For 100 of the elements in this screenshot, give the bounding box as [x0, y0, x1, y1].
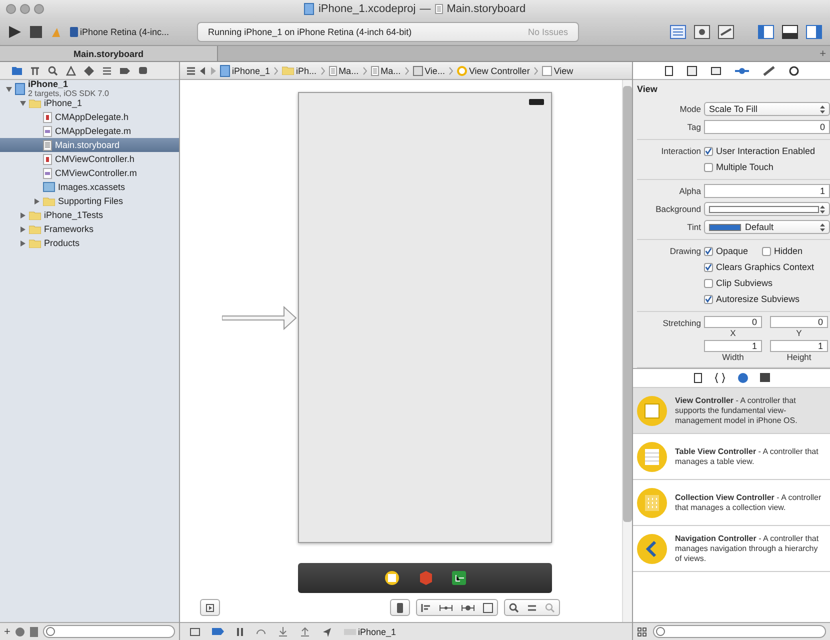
filter-field[interactable]	[43, 625, 175, 638]
grid-icon[interactable]	[186, 66, 196, 76]
step-into-icon[interactable]	[278, 626, 288, 636]
property-label: Stretching	[662, 317, 701, 330]
navigator-item[interactable]: CMViewController.h	[0, 152, 179, 166]
navigator-item[interactable]: iPhone_1 2 targets, iOS SDK 7.0	[0, 82, 179, 96]
number-field[interactable]: 0	[770, 316, 828, 328]
navigator-item[interactable]: Main.storyboard	[0, 138, 179, 152]
number-field[interactable]: 1	[770, 340, 828, 352]
file-icon	[370, 66, 379, 76]
document-outline-button[interactable]	[200, 599, 220, 616]
checkbox[interactable]: Clears Graphics Context	[704, 260, 814, 274]
step-out-icon[interactable]	[300, 626, 310, 636]
search-icon[interactable]	[48, 66, 58, 76]
pause-icon[interactable]	[236, 628, 244, 636]
mode-dropdown[interactable]: Scale To Fill	[704, 102, 830, 116]
checkbox[interactable]: Autoresize Subviews	[704, 292, 800, 306]
navigator-item[interactable]: iPhone_1	[0, 96, 179, 110]
breadcrumb[interactable]: Ma...	[370, 66, 401, 76]
checkbox[interactable]: Multiple Touch	[704, 160, 774, 174]
breadcrumb[interactable]: View	[542, 66, 574, 76]
folder-icon	[29, 224, 41, 234]
grid-view-icon[interactable]	[637, 626, 647, 636]
speech-bubble-icon[interactable]	[138, 66, 148, 76]
stepper-arrows-icon	[820, 222, 825, 232]
minimize-button[interactable]	[20, 4, 30, 14]
document-icon[interactable]	[30, 626, 38, 636]
breadcrumb[interactable]: iPh...	[282, 66, 317, 76]
chevron-icon	[404, 66, 409, 74]
diamond-icon[interactable]	[84, 66, 94, 76]
align-icon[interactable]	[421, 602, 431, 612]
tag-icon[interactable]	[120, 66, 130, 76]
number-field[interactable]: 1	[704, 340, 762, 352]
scroll-thumb[interactable]	[623, 86, 632, 522]
attributes-icon[interactable]	[734, 66, 748, 76]
breadcrumb[interactable]: View Controller	[456, 66, 530, 76]
location-icon[interactable]	[322, 626, 332, 636]
hierarchy-icon[interactable]	[30, 66, 40, 76]
breadcrumb[interactable]: Ma...	[328, 66, 359, 76]
zoom-button[interactable]	[34, 4, 44, 14]
file-icon[interactable]	[694, 373, 702, 383]
close-button[interactable]	[6, 4, 16, 14]
equals-icon[interactable]	[527, 602, 537, 612]
new-tab-button[interactable]: +	[816, 46, 830, 61]
file-icon	[434, 4, 443, 14]
navigator-item[interactable]: Frameworks	[0, 222, 179, 236]
checkbox[interactable]: Opaque	[704, 244, 748, 258]
navigator-item[interactable]: iPhone_1Tests	[0, 208, 179, 222]
number-field[interactable]: 0	[704, 120, 830, 134]
navigator-item[interactable]: Images.xcassets	[0, 180, 179, 194]
color-dropdown[interactable]	[704, 202, 830, 216]
number-field[interactable]: 0	[704, 316, 762, 328]
breadcrumb[interactable]: iPhone_1	[220, 64, 270, 76]
back-icon[interactable]	[200, 66, 206, 74]
left-panel-icon[interactable]	[758, 24, 774, 38]
right-panel-icon[interactable]	[806, 24, 822, 38]
braces-icon[interactable]	[714, 373, 726, 383]
title-separator: —	[420, 3, 431, 15]
checkmark-icon	[705, 295, 712, 303]
number-field[interactable]: 1	[704, 184, 830, 198]
scheme-selector[interactable]: iPhone Retina (4-inc...	[70, 26, 170, 36]
version-editor-icon[interactable]	[718, 24, 734, 38]
pin-icon[interactable]	[439, 602, 453, 612]
editor-tab[interactable]: Main.storyboard	[0, 46, 218, 61]
bottom-panel-icon[interactable]	[782, 24, 798, 38]
phone-icon	[397, 602, 403, 612]
chevron-icon	[448, 66, 453, 74]
navigator-item[interactable]: CMAppDelegate.h	[0, 110, 179, 124]
navigator-item[interactable]: Supporting Files	[0, 194, 179, 208]
warning-icon[interactable]	[66, 66, 76, 76]
checkbox[interactable]: Clip Subviews	[704, 276, 773, 290]
add-button[interactable]: +	[4, 626, 10, 638]
file-icon[interactable]	[664, 66, 672, 76]
stop-icon[interactable]	[30, 26, 42, 38]
checkbox[interactable]: User Interaction Enabled	[704, 144, 816, 158]
color-dropdown[interactable]: Default	[704, 220, 830, 234]
assistant-editor-icon[interactable]	[694, 24, 710, 38]
view-controller-icon[interactable]	[384, 570, 400, 586]
target-selector[interactable]: iPhone_1	[344, 626, 396, 636]
form-factor-button[interactable]	[390, 599, 410, 616]
navigator-item[interactable]: CMViewController.m	[0, 166, 179, 180]
asset-catalog-icon	[43, 182, 55, 192]
breadcrumb[interactable]: Vie...	[412, 66, 445, 76]
navigator-item[interactable]: Products	[0, 236, 179, 250]
filter-field[interactable]	[653, 625, 826, 638]
navigator-item[interactable]: CMAppDelegate.m	[0, 124, 179, 138]
list-icon[interactable]	[102, 66, 112, 76]
table-view-controller-icon	[637, 442, 667, 472]
checkbox[interactable]: Hidden	[762, 244, 803, 258]
run-icon[interactable]	[8, 24, 22, 38]
breakpoint-icon[interactable]	[212, 628, 224, 635]
library-item[interactable]: View Controller - A controller that supports the fundamental view-management model in iPhone OS.	[633, 388, 830, 434]
zoom-out-icon[interactable]	[509, 602, 519, 612]
chevron-icon	[320, 66, 325, 74]
folder-icon[interactable]	[12, 66, 22, 75]
resolve-icon[interactable]	[461, 602, 475, 612]
standard-editor-icon[interactable]	[670, 24, 686, 38]
folder-icon	[29, 238, 41, 248]
folder-icon	[43, 196, 55, 206]
console-toggle-icon[interactable]	[190, 628, 200, 636]
